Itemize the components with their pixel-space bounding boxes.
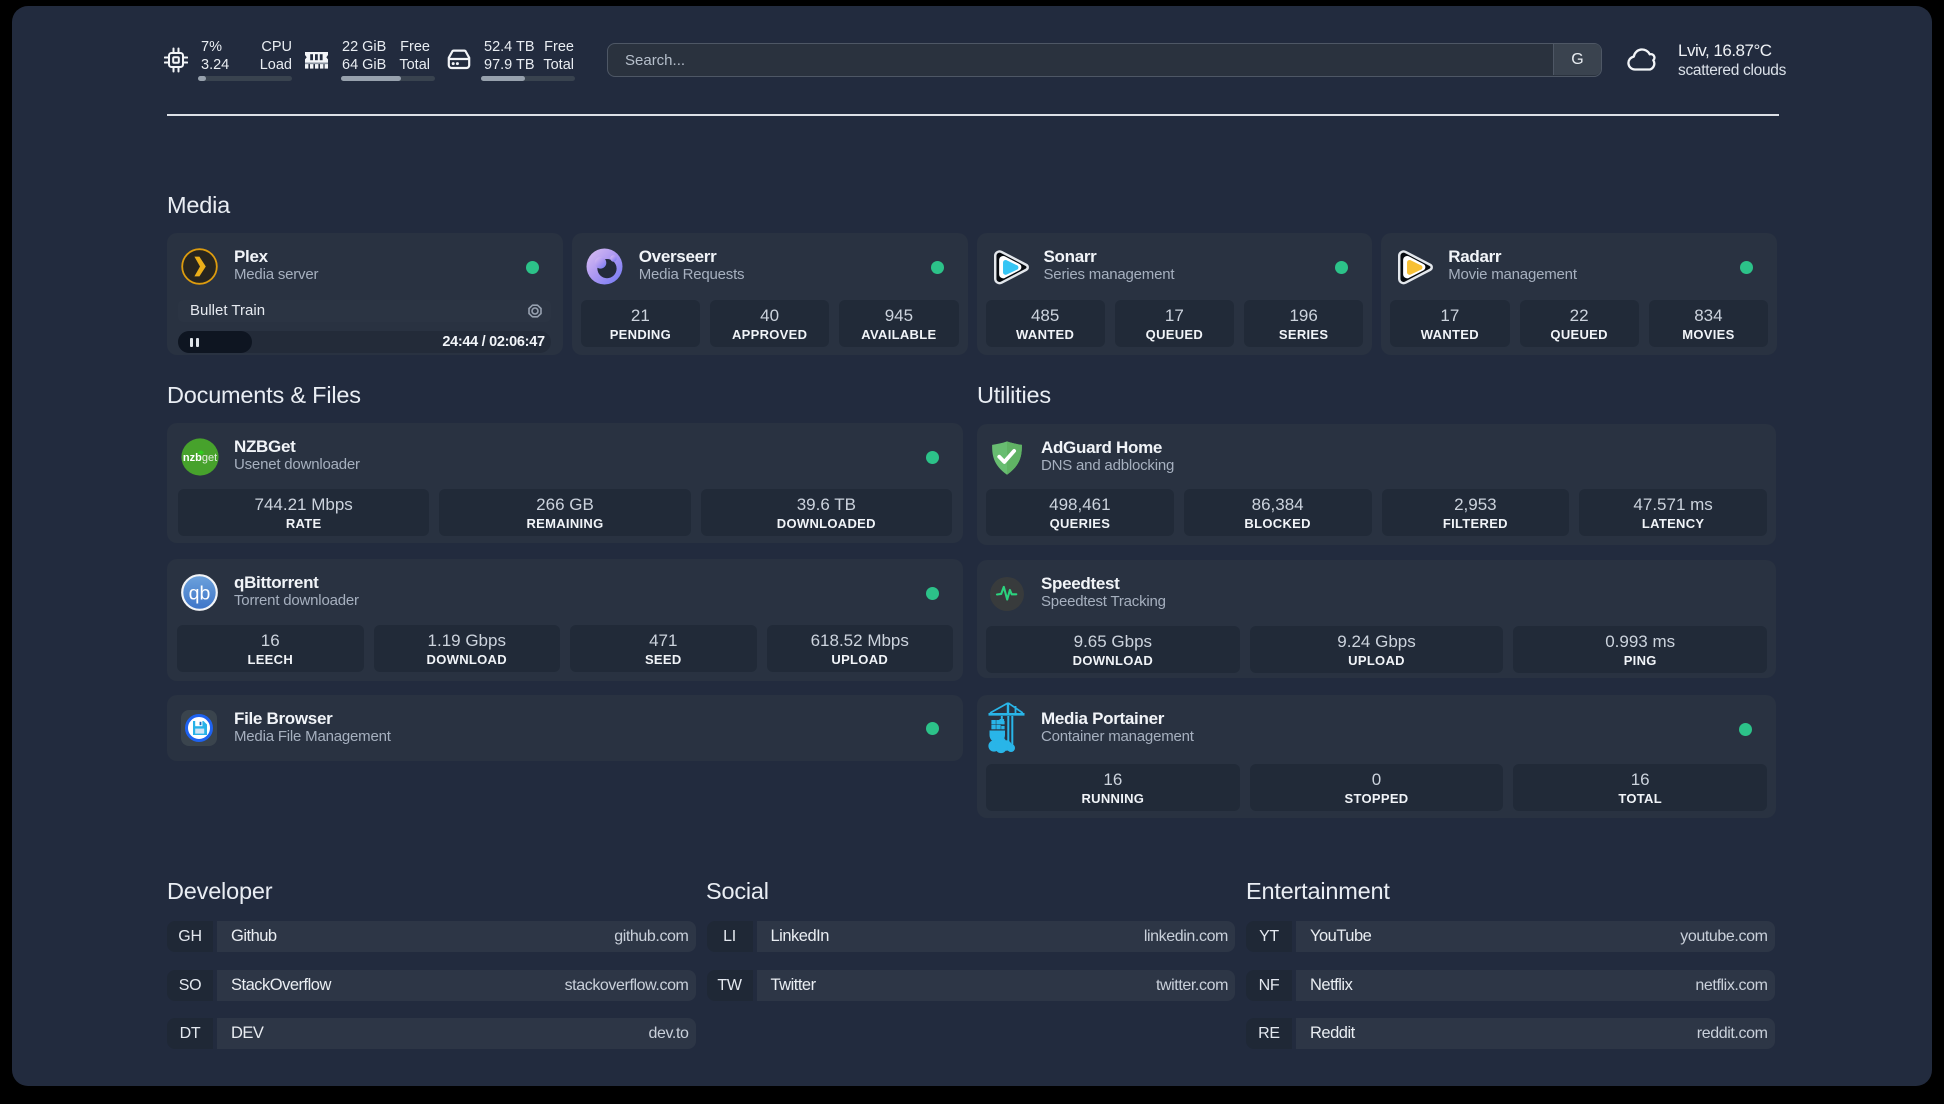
svg-text:qb: qb — [189, 583, 211, 605]
svg-text:nzbget: nzbget — [183, 452, 217, 464]
